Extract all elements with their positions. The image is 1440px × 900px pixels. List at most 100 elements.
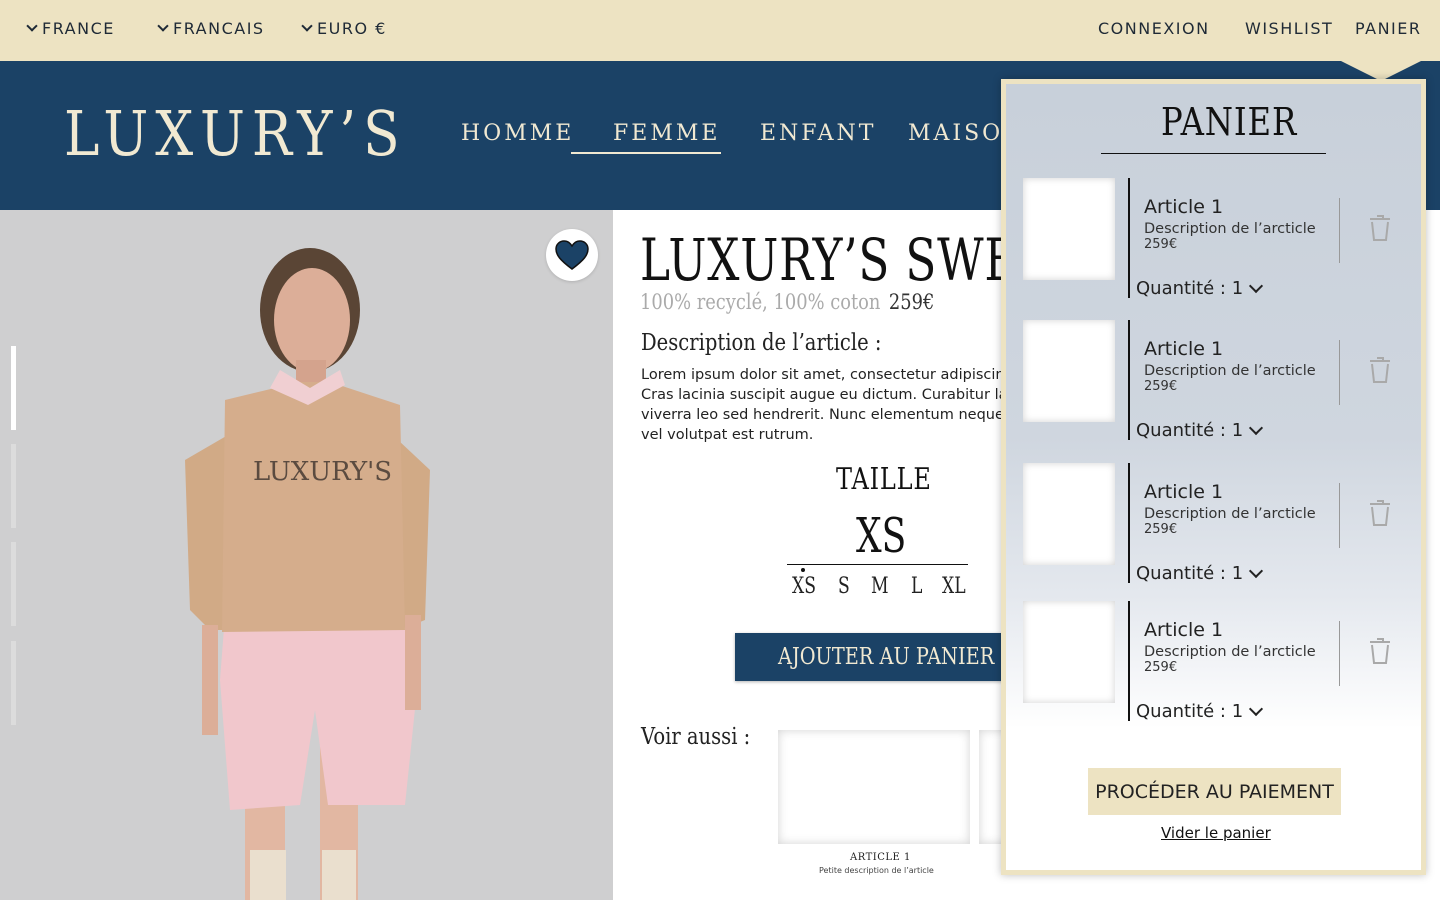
related-product-description: Petite description de l’article xyxy=(819,866,934,875)
size-option-xs[interactable]: XS xyxy=(792,574,816,599)
chevron-down-icon xyxy=(157,20,169,32)
language-selector[interactable]: FRANCAIS xyxy=(157,19,265,38)
top-utility-bar: FRANCE FRANCAIS EURO € CONNEXION WISHLIS… xyxy=(0,0,1440,61)
cart-panel-pointer xyxy=(1341,61,1421,81)
size-option-m[interactable]: M xyxy=(871,574,889,599)
quantity-selector[interactable]: Quantité : 1 xyxy=(1136,278,1264,299)
cart-title: PANIER xyxy=(1161,100,1298,144)
size-slider-track[interactable] xyxy=(787,564,968,565)
quantity-selector[interactable]: Quantité : 1 xyxy=(1136,701,1264,722)
heart-icon xyxy=(555,240,589,270)
trash-icon xyxy=(1370,500,1390,526)
currency-label: EURO € xyxy=(317,19,387,38)
cart-item-description: Description de l’arcticle xyxy=(1144,506,1316,522)
cart-item-description: Description de l’arcticle xyxy=(1144,363,1316,379)
trash-icon xyxy=(1370,215,1390,241)
add-to-cart-button[interactable]: AJOUTER AU PANIER xyxy=(735,633,1015,681)
delete-item-button[interactable] xyxy=(1368,637,1392,670)
size-slider-handle[interactable] xyxy=(801,568,805,572)
quantity-selector[interactable]: Quantité : 1 xyxy=(1136,420,1264,441)
cart-item-price: 259€ xyxy=(1144,379,1178,394)
checkout-button[interactable]: PROCÉDER AU PAIEMENT xyxy=(1088,768,1341,815)
cart-item-name: Article 1 xyxy=(1144,619,1224,641)
size-option-s[interactable]: S xyxy=(838,574,850,599)
cart-item: Article 1 Description de l’arcticle 259€… xyxy=(1006,320,1421,460)
currency-selector[interactable]: EURO € xyxy=(301,19,387,38)
selected-size: XS xyxy=(856,508,907,564)
product-subtitle: 100% recyclé, 100% coton 259€ xyxy=(640,290,934,314)
nav-item-enfant[interactable]: ENFANT xyxy=(760,121,876,146)
country-label: FRANCE xyxy=(42,19,115,38)
login-link[interactable]: CONNEXION xyxy=(1098,19,1210,38)
nav-item-homme[interactable]: HOMME xyxy=(461,121,574,146)
cart-item-image[interactable] xyxy=(1023,178,1115,280)
cart-title-underline xyxy=(1101,153,1326,154)
cart-item-divider xyxy=(1128,320,1130,440)
cart-item: Article 1 Description de l’arcticle 259€… xyxy=(1006,178,1421,318)
size-option-l[interactable]: L xyxy=(911,574,922,599)
cart-item-image[interactable] xyxy=(1023,601,1115,703)
clear-cart-link[interactable]: Vider le panier xyxy=(1161,824,1271,842)
cart-item-price: 259€ xyxy=(1144,660,1178,675)
gallery-thumb-3[interactable] xyxy=(11,542,16,626)
product-price: 259€ xyxy=(888,290,935,314)
chevron-down-icon xyxy=(26,20,38,32)
delete-item-button[interactable] xyxy=(1368,499,1392,532)
cart-panel: PANIER Article 1 Description de l’arctic… xyxy=(1001,79,1426,875)
product-photo: LUXURY'S xyxy=(0,210,613,900)
cart-item-description: Description de l’arcticle xyxy=(1144,644,1316,660)
active-nav-underline xyxy=(571,152,721,154)
chevron-down-icon xyxy=(1249,420,1264,436)
cart-item: Article 1 Description de l’arcticle 259€… xyxy=(1006,601,1421,741)
chevron-down-icon xyxy=(1249,563,1264,579)
add-to-cart-label: AJOUTER AU PANIER xyxy=(778,644,995,670)
description-label: Description de l’article : xyxy=(641,330,882,356)
cart-item-name: Article 1 xyxy=(1144,481,1224,503)
chevron-down-icon xyxy=(1249,701,1264,717)
cart-item-name: Article 1 xyxy=(1144,196,1224,218)
cart-item-divider xyxy=(1128,601,1130,721)
size-label: TAILLE xyxy=(836,462,932,497)
size-option-xl[interactable]: XL xyxy=(942,574,966,599)
gallery-thumb-4[interactable] xyxy=(11,641,16,725)
country-selector[interactable]: FRANCE xyxy=(26,19,115,38)
cart-item-divider xyxy=(1339,340,1340,405)
language-label: FRANCAIS xyxy=(173,19,265,38)
cart-item-price: 259€ xyxy=(1144,237,1178,252)
quantity-label: Quantité : 1 xyxy=(1136,420,1244,441)
cart-item-divider xyxy=(1339,198,1340,263)
trash-icon xyxy=(1370,357,1390,383)
cart-item-description: Description de l’arcticle xyxy=(1144,221,1316,237)
quantity-label: Quantité : 1 xyxy=(1136,701,1244,722)
gallery-thumb-1[interactable] xyxy=(11,346,16,430)
product-material: 100% recyclé, 100% coton xyxy=(640,290,881,314)
delete-item-button[interactable] xyxy=(1368,214,1392,247)
cart-link[interactable]: PANIER xyxy=(1355,19,1421,38)
cart-item: Article 1 Description de l’arcticle 259€… xyxy=(1006,463,1421,603)
cart-item-image[interactable] xyxy=(1023,320,1115,422)
delete-item-button[interactable] xyxy=(1368,356,1392,389)
nav-item-femme[interactable]: FEMME xyxy=(613,121,720,146)
cart-item-image[interactable] xyxy=(1023,463,1115,565)
trash-icon xyxy=(1370,638,1390,664)
cart-item-divider xyxy=(1339,483,1340,548)
related-product-title: ARTICLE 1 xyxy=(850,852,911,863)
see-also-label: Voir aussi : xyxy=(641,724,751,750)
model-illustration: LUXURY'S xyxy=(185,248,430,900)
sweater-brand-print: LUXURY'S xyxy=(253,457,392,487)
cart-item-name: Article 1 xyxy=(1144,338,1224,360)
quantity-label: Quantité : 1 xyxy=(1136,278,1244,299)
cart-item-divider xyxy=(1339,621,1340,686)
related-product-card[interactable] xyxy=(778,730,970,844)
favorite-button[interactable] xyxy=(546,229,598,281)
cart-item-price: 259€ xyxy=(1144,522,1178,537)
quantity-selector[interactable]: Quantité : 1 xyxy=(1136,563,1264,584)
chevron-down-icon xyxy=(1249,278,1264,294)
brand-logo[interactable]: LUXURY’S xyxy=(64,97,407,170)
quantity-label: Quantité : 1 xyxy=(1136,563,1244,584)
gallery-thumb-2[interactable] xyxy=(11,444,16,528)
chevron-down-icon xyxy=(301,20,313,32)
wishlist-link[interactable]: WISHLIST xyxy=(1245,19,1333,38)
cart-item-divider xyxy=(1128,178,1130,298)
cart-item-divider xyxy=(1128,463,1130,583)
